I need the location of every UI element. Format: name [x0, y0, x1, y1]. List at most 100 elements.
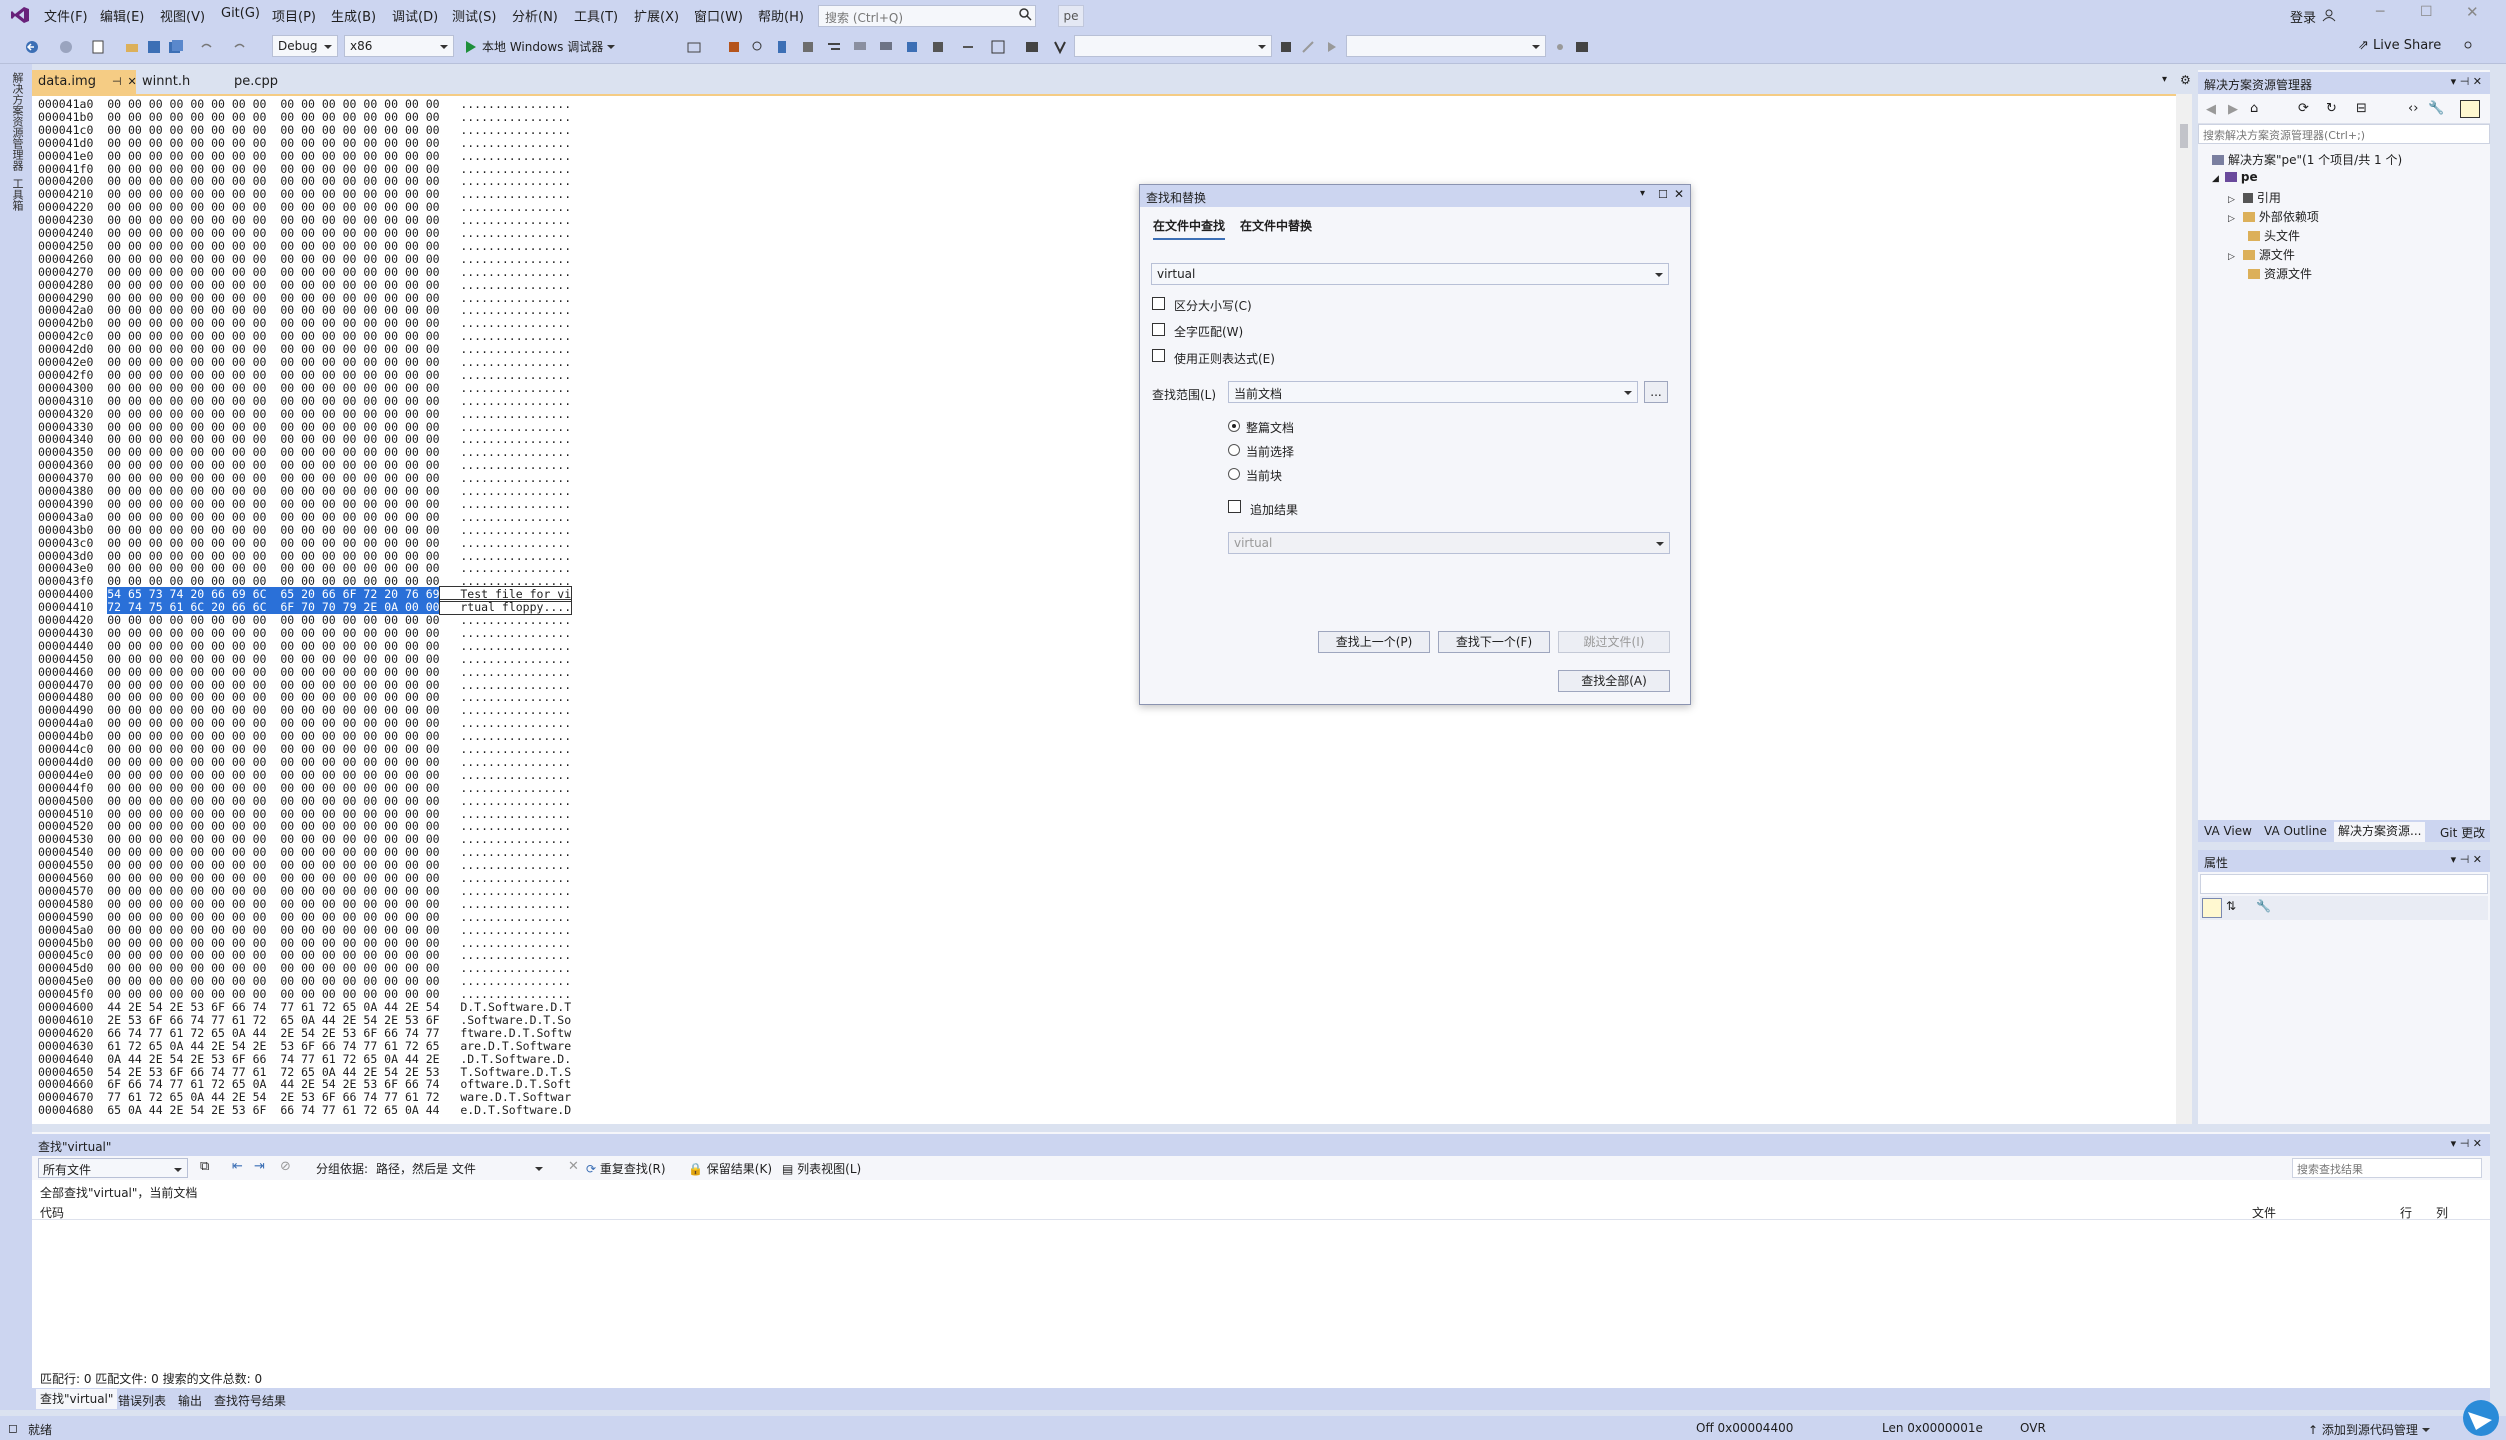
tree-item-references[interactable]: ▷ 引用 [2228, 189, 2281, 206]
tab-va-view[interactable]: VA View [2204, 824, 2252, 838]
sync-icon[interactable]: ⟳ [2298, 101, 2309, 116]
hex-line[interactable]: 000041a0 00 00 00 00 00 00 00 00 00 00 0… [38, 98, 571, 111]
new-project-icon[interactable] [90, 39, 106, 55]
start-debugger-button[interactable]: 本地 Windows 调试器 [482, 38, 616, 55]
hex-line[interactable]: 000041d0 00 00 00 00 00 00 00 00 00 00 0… [38, 136, 571, 150]
hex-line[interactable]: 000042f0 00 00 00 00 00 00 00 00 00 00 0… [38, 368, 571, 382]
hex-line[interactable]: 000044d0 00 00 00 00 00 00 00 00 00 00 0… [38, 755, 571, 769]
hex-line[interactable]: 00004420 00 00 00 00 00 00 00 00 00 00 0… [38, 614, 571, 627]
tree-solution-root[interactable]: 解决方案"pe"(1 个项目/共 1 个) [2212, 151, 2402, 168]
sign-in-link[interactable]: 登录 [2290, 7, 2316, 26]
hex-line[interactable]: 00004680 65 0A 44 2E 54 2E 53 6F 66 74 7… [38, 1104, 571, 1117]
tab-find-symbol-results[interactable]: 查找符号结果 [214, 1392, 286, 1409]
hex-line[interactable]: 000041e0 00 00 00 00 00 00 00 00 00 00 0… [38, 149, 571, 163]
va-go-icon[interactable] [1278, 39, 1294, 55]
va-play-icon[interactable] [1324, 39, 1340, 55]
save-all-icon[interactable] [168, 39, 184, 55]
hex-line[interactable]: 00004270 00 00 00 00 00 00 00 00 00 00 0… [38, 265, 571, 279]
live-share-button[interactable]: ⇗ Live Share [2358, 38, 2441, 53]
tab-va-outline[interactable]: VA Outline [2264, 824, 2327, 838]
hex-line[interactable]: 00004430 00 00 00 00 00 00 00 00 00 00 0… [38, 626, 571, 640]
menu-project[interactable]: 项目(P) [272, 6, 316, 25]
hex-line[interactable]: 00004570 00 00 00 00 00 00 00 00 00 00 0… [38, 884, 571, 898]
results-scope-select[interactable]: 所有文件 [38, 1158, 188, 1178]
col-file-header[interactable]: 文件 [2252, 1204, 2276, 1221]
back-icon[interactable]: ◀ [2206, 102, 2216, 117]
skip-file-button[interactable]: 跳过文件(I) [1558, 631, 1670, 653]
collapse-all-icon[interactable]: ⊟ [2356, 101, 2367, 116]
redo-icon[interactable] [232, 39, 248, 55]
hex-line[interactable]: 00004610 2E 53 6F 66 74 77 61 72 65 0A 4… [38, 1013, 571, 1027]
bookmark-icon[interactable] [774, 39, 790, 55]
regex-checkbox[interactable] [1152, 349, 1165, 362]
list-view-button[interactable]: ▤ 列表视图(L) [782, 1160, 861, 1177]
forward-navigate-icon[interactable] [58, 39, 74, 55]
maximize-window-icon[interactable]: ☐ [2420, 4, 2433, 20]
hex-line[interactable]: 00004240 00 00 00 00 00 00 00 00 00 00 0… [38, 227, 571, 240]
back-navigate-icon[interactable] [24, 39, 40, 55]
bookmark-next-icon[interactable] [904, 39, 920, 55]
dialog-maximize-icon[interactable]: ☐ [1658, 188, 1668, 201]
menu-build[interactable]: 生成(B) [331, 6, 376, 25]
va-method-combo[interactable] [1346, 35, 1546, 57]
platform-select[interactable]: x86 [344, 35, 454, 57]
menu-file[interactable]: 文件(F) [44, 6, 88, 25]
menu-edit[interactable]: 编辑(E) [100, 6, 144, 25]
user-icon[interactable] [2322, 8, 2336, 22]
menu-test[interactable]: 测试(S) [452, 6, 496, 25]
browse-scope-button[interactable]: ... [1644, 381, 1668, 403]
tree-item-external-deps[interactable]: ▷ 外部依赖项 [2228, 208, 2319, 225]
configuration-select[interactable]: Debug [272, 35, 338, 57]
match-case-checkbox[interactable] [1152, 297, 1165, 310]
hex-line[interactable]: 00004500 00 00 00 00 00 00 00 00 00 00 0… [38, 794, 571, 808]
alphabetical-icon[interactable]: ⇅ [2226, 899, 2236, 913]
next-result-icon[interactable]: ⇥ [254, 1159, 265, 1174]
tree-project-pe[interactable]: ◢ pe [2212, 170, 2258, 184]
col-column-header[interactable]: 列 [2436, 1204, 2448, 1221]
code-view-icon[interactable]: ‹› [2408, 101, 2418, 116]
close-window-icon[interactable]: ✕ [2466, 3, 2479, 21]
open-file-icon[interactable] [124, 39, 140, 55]
insert-snippet-icon[interactable] [1024, 39, 1040, 55]
hex-line[interactable]: 00004280 00 00 00 00 00 00 00 00 00 00 0… [38, 278, 571, 292]
tab-error-list[interactable]: 错误列表 [118, 1392, 166, 1409]
repeat-find-button[interactable]: ⟳ 重复查找(R) [586, 1160, 666, 1177]
overflow-icon[interactable] [960, 39, 976, 55]
tree-item-source-files[interactable]: ▷ 源文件 [2228, 246, 2295, 263]
look-in-select[interactable]: 当前文档 [1228, 381, 1638, 403]
properties-wrench-icon[interactable]: 🔧 [2428, 101, 2444, 116]
cube-icon[interactable] [726, 39, 742, 55]
refactor-icon[interactable] [800, 39, 816, 55]
hex-line[interactable]: 00004450 00 00 00 00 00 00 00 00 00 00 0… [38, 652, 571, 666]
find-next-button[interactable]: 查找下一个(F) [1438, 631, 1550, 653]
save-icon[interactable] [146, 39, 162, 55]
dialog-close-icon[interactable]: ✕ [1674, 187, 1684, 201]
stop-search-icon[interactable]: ✕ [568, 1159, 579, 1174]
keep-results-button[interactable]: 🔒 保留结果(K) [688, 1160, 772, 1177]
va-logo-icon[interactable] [1052, 39, 1068, 55]
group-by-select[interactable]: 路径，然后是 文件 [372, 1158, 548, 1178]
find-previous-button[interactable]: 查找上一个(P) [1318, 631, 1430, 653]
append-results-checkbox[interactable] [1228, 500, 1241, 513]
result-filter-select[interactable]: virtual [1228, 532, 1670, 554]
categorized-icon[interactable] [2202, 898, 2222, 918]
hex-line[interactable]: 00004460 00 00 00 00 00 00 00 00 00 00 0… [38, 665, 571, 679]
va-pen-icon[interactable] [1300, 39, 1316, 55]
col-line-header[interactable]: 行 [2400, 1204, 2412, 1221]
properties-object-select[interactable] [2200, 874, 2488, 894]
find-in-files-icon[interactable] [750, 39, 766, 55]
uncomment-icon[interactable] [878, 39, 894, 55]
start-debug-icon[interactable] [462, 39, 478, 55]
hex-line[interactable]: 00004440 00 00 00 00 00 00 00 00 00 00 0… [38, 639, 571, 653]
forward-icon[interactable]: ▶ [2228, 102, 2238, 117]
hex-line[interactable]: 00004600 44 2E 54 2E 53 6F 66 74 77 61 7… [38, 1001, 571, 1014]
hex-line[interactable]: 00004630 61 72 65 0A 44 2E 54 2E 53 6F 6… [38, 1039, 571, 1053]
hex-editor[interactable]: 000041a0 00 00 00 00 00 00 00 00 00 00 0… [32, 94, 2176, 1124]
hex-line[interactable]: 00004300 00 00 00 00 00 00 00 00 00 00 0… [38, 381, 571, 395]
menu-debug[interactable]: 调试(D) [392, 6, 438, 25]
hex-line[interactable]: 000041c0 00 00 00 00 00 00 00 00 00 00 0… [38, 123, 571, 137]
screenshot-icon[interactable] [686, 39, 702, 55]
tab-output[interactable]: 输出 [178, 1392, 202, 1409]
feedback-person-icon[interactable] [2460, 39, 2476, 55]
hex-line[interactable]: 00004620 66 74 77 61 72 65 0A 44 2E 54 2… [38, 1026, 571, 1040]
